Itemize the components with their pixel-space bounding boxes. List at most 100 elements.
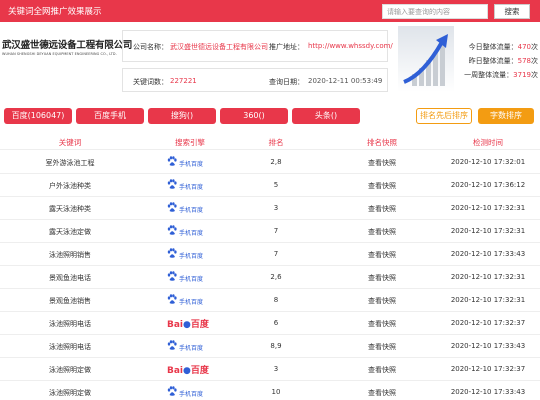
snapshot-link[interactable]: 查看快照 <box>352 296 412 306</box>
top-bar: 关键词全网推广效果展示 请输入要查询的内容 搜索 <box>0 0 540 22</box>
snapshot-link[interactable]: 查看快照 <box>352 181 412 191</box>
rank-cell: 7 <box>273 250 279 258</box>
rank-cell: 2,6 <box>270 273 282 281</box>
url-label: 推广地址： <box>269 43 304 51</box>
filter-sogou[interactable]: 搜狗() <box>148 108 216 124</box>
rank-cell: 10 <box>271 388 281 396</box>
time-cell: 2020-12-10 17:32:31 <box>450 227 526 235</box>
time-cell: 2020-12-10 17:33:43 <box>450 250 526 258</box>
snapshot-link[interactable]: 查看快照 <box>352 319 412 329</box>
keyword-cell: 泳池照明电话 <box>49 320 91 328</box>
snapshot-link[interactable]: 查看快照 <box>352 227 412 237</box>
keyword-cell: 露天泳池定做 <box>49 228 91 236</box>
rank-cell: 7 <box>273 227 279 235</box>
keyword-cell: 泳池照明电话 <box>49 343 91 351</box>
logo-en-text: WUHAN SHENGSHI DEYUAN EQUIPMENT ENGINEER… <box>2 52 117 56</box>
snapshot-link[interactable]: 查看快照 <box>352 158 412 168</box>
engine-mobile-baidu: 手机百度 <box>167 340 213 353</box>
rank-cell: 6 <box>273 319 279 327</box>
search-input[interactable]: 请输入要查询的内容 <box>382 4 488 19</box>
snapshot-link[interactable]: 查看快照 <box>352 250 412 260</box>
engine-baidu: Bai●百度 <box>167 363 213 376</box>
engine-mobile-baidu: 手机百度 <box>167 248 213 261</box>
engine-mobile-baidu: 手机百度 <box>167 386 213 399</box>
rank-cell: 2,8 <box>270 158 282 166</box>
col-keyword: 关键词 <box>58 138 82 147</box>
table-row: 泳池照明电话 Bai●百度 6 查看快照 2020-12-10 17:32:37 <box>0 312 540 335</box>
baidu-paw-icon <box>167 225 177 235</box>
query-date-label: 查询日期： <box>269 78 304 86</box>
filter-toutiao[interactable]: 头条() <box>292 108 360 124</box>
filter-360[interactable]: 360() <box>220 108 288 124</box>
baidu-paw-icon <box>167 340 177 350</box>
engine-label: 手机百度 <box>179 184 204 191</box>
table-row: 泳池照明定做 手机百度 10 查看快照 2020-12-10 17:33:43 <box>0 381 540 400</box>
time-cell: 2020-12-10 17:32:31 <box>450 204 526 212</box>
table-header: 关键词 搜索引擎 排名 排名快照 检测时间 <box>0 134 540 150</box>
table-row: 露天泳池种类 手机百度 3 查看快照 2020-12-10 17:32:31 <box>0 197 540 220</box>
time-cell: 2020-12-10 17:36:12 <box>450 181 526 189</box>
baidu-paw-icon <box>167 156 177 166</box>
baidu-paw-icon <box>167 179 177 189</box>
engine-mobile-baidu: 手机百度 <box>167 294 213 307</box>
time-cell: 2020-12-10 17:32:37 <box>450 365 526 373</box>
rank-cell: 8 <box>273 296 279 304</box>
baidu-logo-icon: Bai●百度 <box>167 366 209 376</box>
logo-cn-text: 武汉盛世德远设备工程有限公司 <box>2 40 133 51</box>
sort-by-rank-button[interactable]: 排名先后排序 <box>416 108 472 124</box>
keywords-count-value: 227221 <box>170 77 197 85</box>
baidu-logo-icon: Bai●百度 <box>167 320 209 330</box>
engine-label: 手机百度 <box>179 391 204 398</box>
engine-label: 手机百度 <box>179 253 204 260</box>
engine-mobile-baidu: 手机百度 <box>167 156 213 169</box>
rank-cell: 8,9 <box>270 342 282 350</box>
time-cell: 2020-12-10 17:32:01 <box>450 158 526 166</box>
keywords-count-label: 关键词数： <box>133 78 168 86</box>
baidu-paw-icon <box>167 386 177 396</box>
engine-label: 手机百度 <box>179 299 204 306</box>
baidu-paw-icon <box>167 248 177 258</box>
page-title: 关键词全网推广效果展示 <box>8 7 102 17</box>
keyword-cell: 景观鱼池电话 <box>49 274 91 282</box>
table-row: 泳池照明销售 手机百度 7 查看快照 2020-12-10 17:33:43 <box>0 243 540 266</box>
keyword-cell: 露天泳池种类 <box>49 205 91 213</box>
stat-yesterday: 昨日整体流量：578次 <box>468 57 538 65</box>
engine-mobile-baidu: 手机百度 <box>167 179 213 192</box>
filter-baidu-mobile[interactable]: 百度手机(121174) <box>76 108 144 136</box>
baidu-paw-icon <box>167 271 177 281</box>
time-cell: 2020-12-10 17:32:31 <box>450 273 526 281</box>
keyword-cell: 景观鱼池销售 <box>49 297 91 305</box>
snapshot-link[interactable]: 查看快照 <box>352 342 412 352</box>
table-row: 泳池照明定做 Bai●百度 3 查看快照 2020-12-10 17:32:37 <box>0 358 540 381</box>
snapshot-link[interactable]: 查看快照 <box>352 273 412 283</box>
company-name-value: 武汉盛世德远设备工程有限公司 <box>170 43 268 51</box>
info-row-1: 公司名称： 武汉盛世德远设备工程有限公司 推广地址： http://www.wh… <box>122 30 393 62</box>
baidu-paw-icon <box>167 294 177 304</box>
table-row: 景观鱼池销售 手机百度 8 查看快照 2020-12-10 17:32:31 <box>0 289 540 312</box>
snapshot-link[interactable]: 查看快照 <box>352 365 412 375</box>
engine-mobile-baidu: 手机百度 <box>167 225 213 238</box>
growth-chart-icon <box>398 26 454 92</box>
rank-cell: 3 <box>273 365 279 373</box>
company-info: 武汉盛世德远设备工程有限公司 WUHAN SHENGSHI DEYUAN EQU… <box>0 22 540 94</box>
sort-by-chars-button[interactable]: 字数排序 <box>478 108 534 124</box>
keyword-cell: 泳池照明定做 <box>49 366 91 374</box>
time-cell: 2020-12-10 17:32:31 <box>450 296 526 304</box>
engine-baidu: Bai●百度 <box>167 317 213 330</box>
search-button[interactable]: 搜索 <box>494 4 530 19</box>
engine-label: 手机百度 <box>179 230 204 237</box>
engine-label: 手机百度 <box>179 161 204 168</box>
filter-baidu[interactable]: 百度(106047) <box>4 108 72 124</box>
engine-label: 手机百度 <box>179 345 204 352</box>
snapshot-link[interactable]: 查看快照 <box>352 204 412 214</box>
col-time: 检测时间 <box>473 138 503 147</box>
table-row: 泳池照明电话 手机百度 8,9 查看快照 2020-12-10 17:33:43 <box>0 335 540 358</box>
table-row: 户外泳池种类 手机百度 5 查看快照 2020-12-10 17:36:12 <box>0 174 540 197</box>
time-cell: 2020-12-10 17:32:37 <box>450 319 526 327</box>
keyword-cell: 户外泳池种类 <box>49 182 91 190</box>
snapshot-link[interactable]: 查看快照 <box>352 388 412 398</box>
url-link[interactable]: http://www.whssdy.com/ <box>308 42 393 50</box>
time-cell: 2020-12-10 17:33:43 <box>450 388 526 396</box>
rank-cell: 5 <box>273 181 279 189</box>
col-snapshot: 排名快照 <box>367 138 397 147</box>
